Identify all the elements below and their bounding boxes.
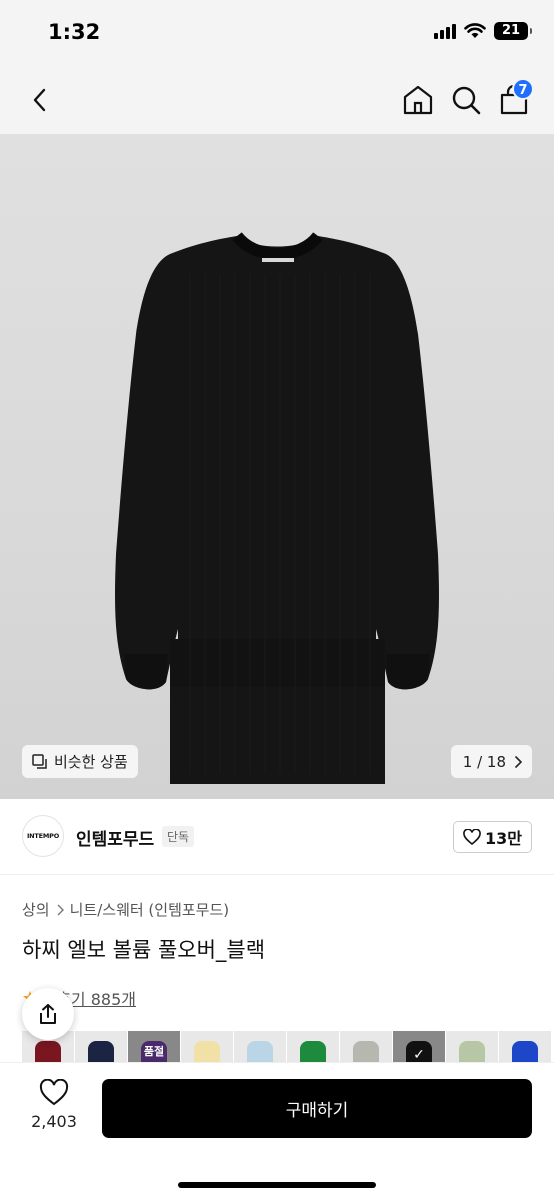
- bottom-action-bar: 2,403 구매하기: [0, 1063, 554, 1200]
- color-swatch[interactable]: ✓: [393, 1031, 445, 1063]
- chevron-left-icon: [33, 88, 46, 112]
- product-title: 하찌 엘보 볼륨 풀오버_블랙: [22, 938, 266, 962]
- home-button[interactable]: [400, 82, 436, 118]
- sold-out-label: 품절: [143, 1045, 165, 1058]
- swatch-garment: [88, 1041, 114, 1063]
- swatch-garment: [459, 1041, 485, 1063]
- cart-button[interactable]: 7: [496, 78, 534, 118]
- image-counter-button[interactable]: 1 / 18: [450, 745, 532, 778]
- brand-row: INTEMPO 인템포무드 단독 13만: [0, 799, 554, 875]
- heart-icon: [39, 1079, 69, 1106]
- home-indicator: [178, 1182, 376, 1188]
- copy-icon: [32, 753, 47, 769]
- breadcrumb: 상의 니트/스웨터 (인템포무드): [22, 899, 229, 920]
- swatch-garment: [512, 1041, 538, 1063]
- brand-like-button[interactable]: 13만: [453, 821, 532, 853]
- color-swatch-row: 품절 ✓: [22, 1031, 554, 1063]
- color-swatch[interactable]: [234, 1031, 286, 1063]
- share-icon: [40, 1004, 56, 1024]
- color-swatch[interactable]: [181, 1031, 233, 1063]
- brand-logo[interactable]: INTEMPO: [22, 815, 64, 857]
- back-button[interactable]: [22, 82, 58, 118]
- status-icons: 21: [434, 22, 532, 40]
- image-counter-text: 1 / 18: [462, 752, 506, 771]
- breadcrumb-item-category[interactable]: 니트/스웨터 (인템포무드): [70, 899, 230, 920]
- swatch-garment: [247, 1041, 273, 1063]
- search-button[interactable]: [448, 82, 484, 118]
- similar-products-label: 비슷한 상품: [54, 753, 128, 771]
- chevron-right-icon: [57, 904, 64, 915]
- buy-button[interactable]: 구매하기: [102, 1079, 532, 1138]
- color-swatch[interactable]: [499, 1031, 551, 1063]
- cart-count-badge: 7: [512, 78, 534, 100]
- breadcrumb-item-top[interactable]: 상의: [22, 899, 50, 920]
- color-swatch[interactable]: 품절: [128, 1031, 180, 1063]
- check-icon: ✓: [413, 1047, 425, 1063]
- swatch-garment: [300, 1041, 326, 1063]
- color-swatch[interactable]: [75, 1031, 127, 1063]
- signal-icon: [434, 23, 456, 39]
- chevron-right-icon: [515, 755, 522, 768]
- swatch-garment: [353, 1041, 379, 1063]
- share-button[interactable]: [22, 988, 74, 1040]
- wishlist-count: 2,403: [31, 1112, 77, 1131]
- exclusive-badge: 단독: [162, 826, 195, 847]
- wifi-icon: [464, 23, 486, 38]
- color-swatch[interactable]: [340, 1031, 392, 1063]
- brand-name[interactable]: 인템포무드: [76, 825, 154, 850]
- heart-icon: [463, 829, 481, 845]
- search-icon: [452, 86, 481, 115]
- home-icon: [403, 85, 433, 115]
- wishlist-button[interactable]: 2,403: [24, 1079, 84, 1139]
- color-swatch[interactable]: [446, 1031, 498, 1063]
- similar-products-button[interactable]: 비슷한 상품: [22, 745, 138, 778]
- product-image[interactable]: [0, 134, 554, 799]
- swatch-garment: [194, 1041, 220, 1063]
- top-nav-bar: 7: [0, 66, 554, 134]
- swatch-garment: [35, 1041, 61, 1063]
- sweater-image: [115, 231, 439, 784]
- status-time: 1:32: [48, 20, 101, 44]
- color-swatch[interactable]: [287, 1031, 339, 1063]
- brand-like-count: 13만: [485, 829, 522, 848]
- battery-icon: 21: [494, 22, 532, 40]
- status-bar: 1:32 21: [0, 0, 554, 66]
